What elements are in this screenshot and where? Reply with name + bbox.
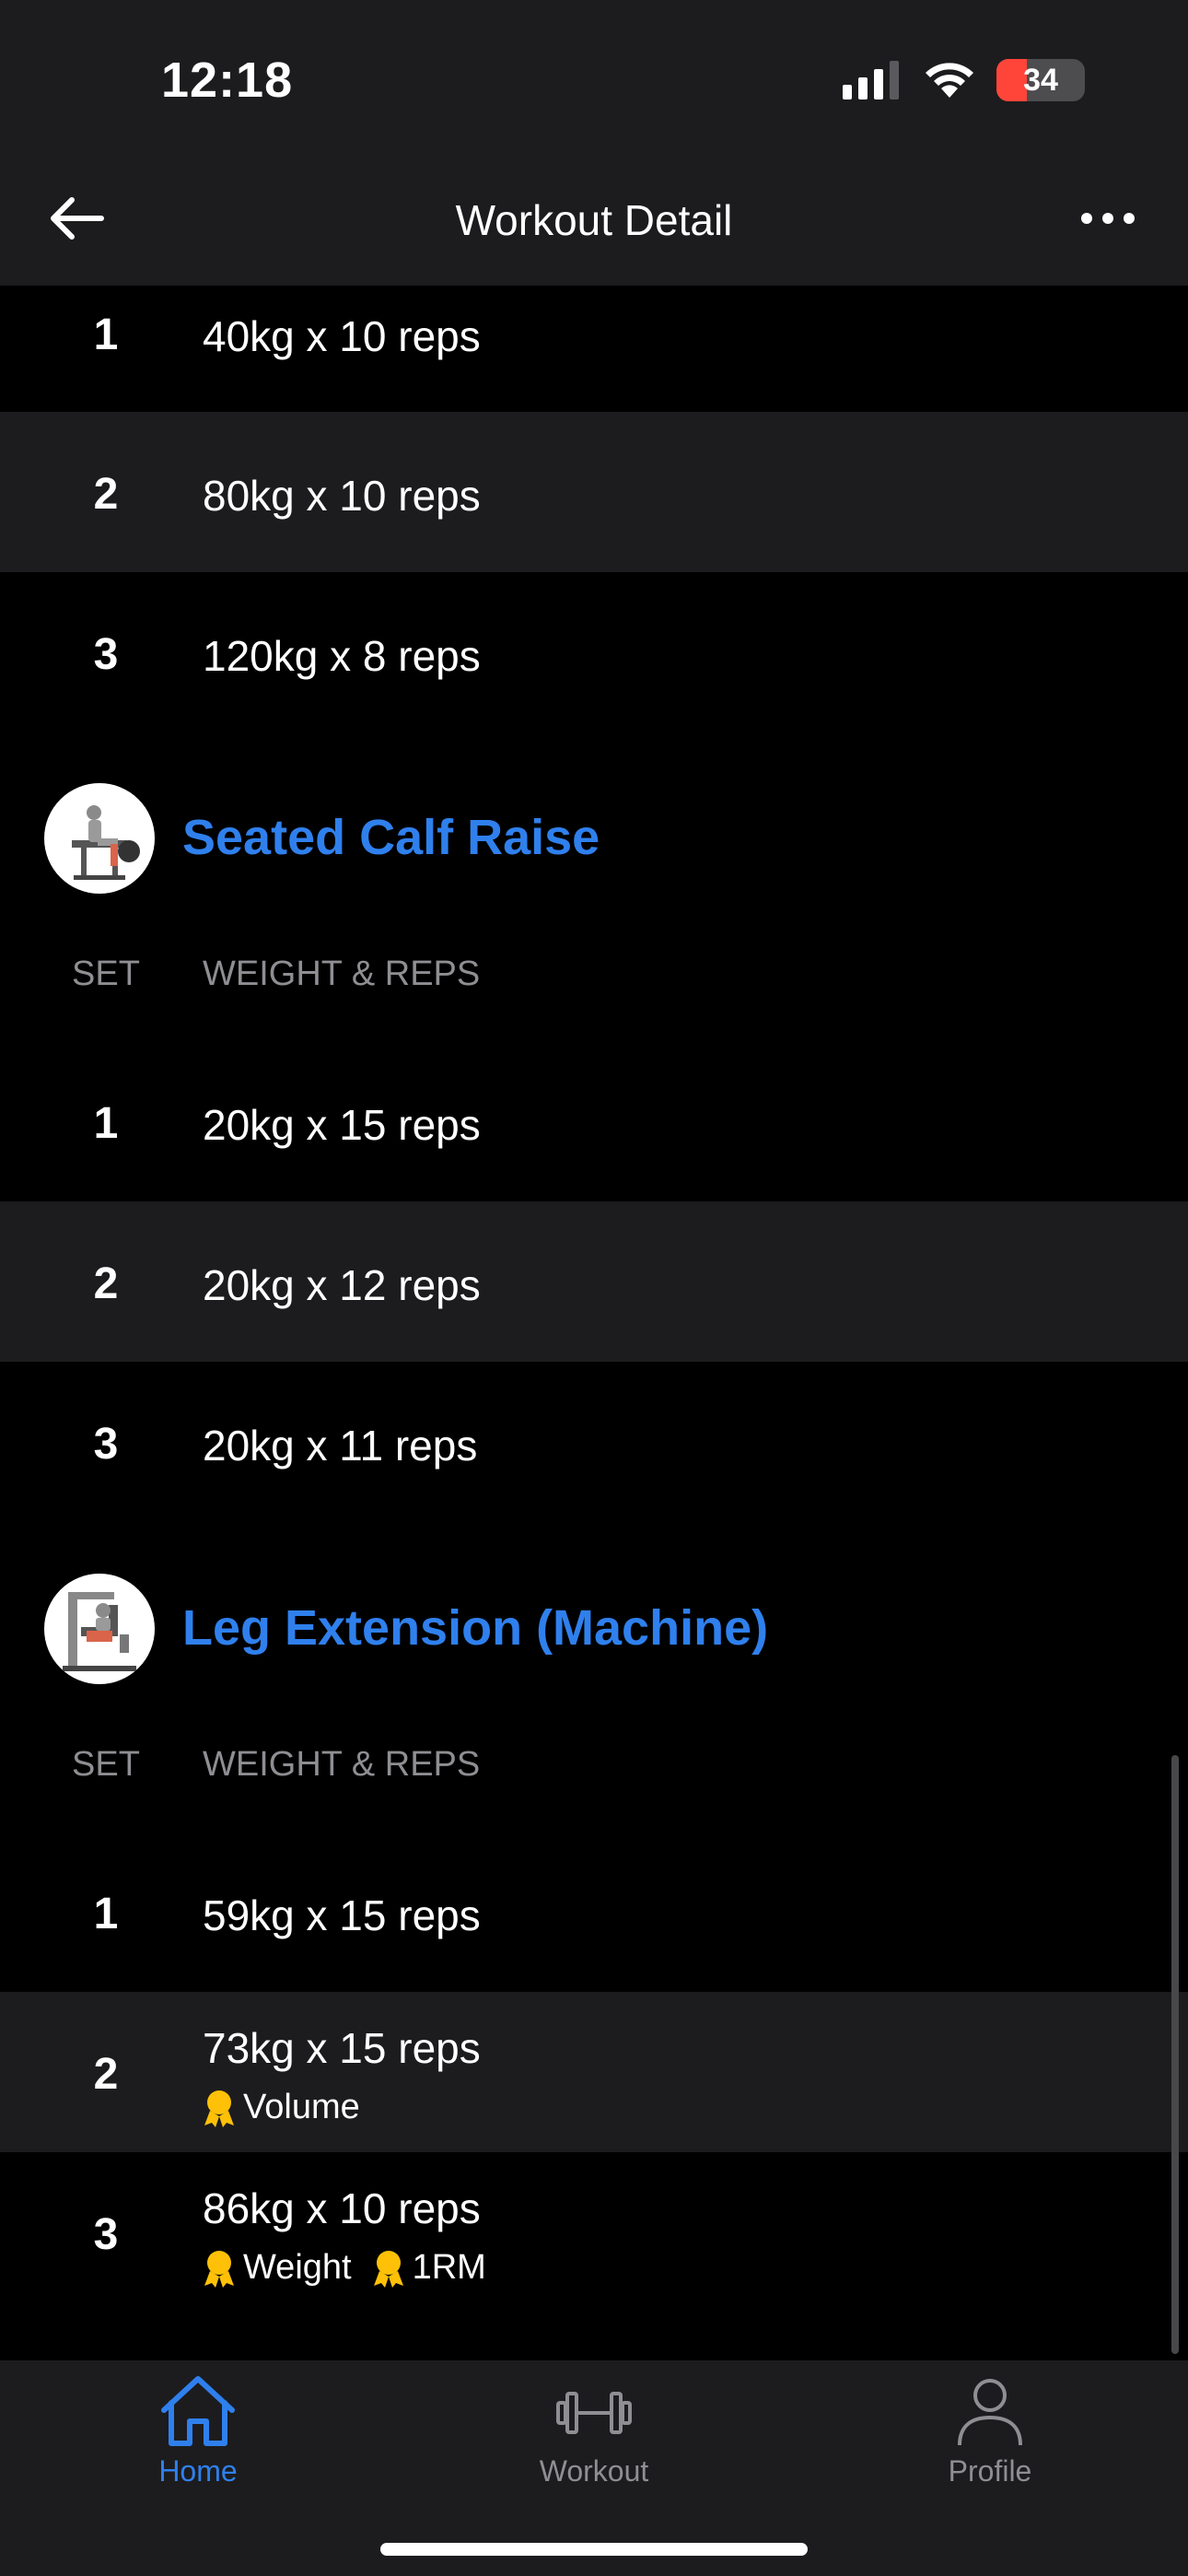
home-indicator[interactable] [380,2543,808,2556]
medal-icon [204,2090,234,2127]
tab-workout[interactable]: Workout [483,2373,705,2512]
tab-label: Workout [539,2454,649,2488]
set-row: 2 20kg x 12 reps [0,1201,1188,1362]
record-badges: Weight 1RM [201,2248,486,2288]
person-icon [958,2379,1022,2446]
set-weight-reps: 73kg x 15 reps [203,2024,481,2072]
tab-label: Home [158,2454,238,2488]
ellipsis-icon[interactable] [1077,205,1138,232]
set-row: 3 120kg x 8 reps [0,572,1188,732]
leg-extension-illustration [63,1592,136,1671]
record-badge-label: Weight [243,2248,352,2287]
set-number: 1 [93,1099,119,1148]
column-header-set: SET [72,1745,140,1784]
record-badge: Weight [201,2248,352,2288]
set-number: 3 [93,630,119,679]
set-number: 3 [93,2210,119,2259]
home-icon [161,2376,235,2446]
battery-level: 34 [1023,63,1058,98]
set-number: 2 [93,1259,119,1308]
set-weight-reps: 59kg x 15 reps [203,1891,481,1939]
set-row: 2 73kg x 15 reps Volume [0,1992,1188,2152]
set-weight-reps: 80kg x 10 reps [203,472,481,520]
exercise-thumbnail[interactable] [44,1574,155,1684]
set-weight-reps: 20kg x 12 reps [203,1261,481,1309]
column-header-weight-reps: WEIGHT & REPS [203,954,481,993]
page-title: Workout Detail [455,196,733,244]
set-weight-reps: 20kg x 15 reps [203,1101,481,1149]
arrow-left-icon[interactable] [46,195,107,241]
record-badge-label: Volume [243,2088,360,2126]
column-header-set: SET [72,954,140,993]
set-weight-reps: 20kg x 11 reps [203,1422,478,1469]
tab-home[interactable]: Home [87,2373,309,2512]
scrollbar[interactable] [1171,1755,1179,2354]
nav-bar: Workout Detail [0,147,1188,286]
exercise-title[interactable]: Seated Calf Raise [182,809,600,866]
exercise-header[interactable]: Seated Calf Raise [0,774,1188,903]
set-number: 2 [93,470,119,519]
set-number: 3 [93,1420,119,1469]
column-header-weight-reps: WEIGHT & REPS [203,1745,481,1784]
set-weight-reps: 86kg x 10 reps [203,2184,481,2232]
record-badges: Volume [201,2088,360,2127]
exercise-thumbnail[interactable] [44,783,155,894]
battery-charging-icon: 34 [996,59,1085,101]
set-number: 1 [93,1890,119,1938]
status-bar: 12:18 34 [0,0,1188,147]
medal-icon [204,2250,234,2288]
record-badge-label: 1RM [412,2248,486,2287]
seated-calf-raise-illustration [72,805,140,880]
set-row: 2 80kg x 10 reps [0,412,1188,572]
status-time: 12:18 [161,53,294,108]
medal-icon [373,2250,403,2288]
battery-cap [1077,74,1085,88]
set-row: 1 20kg x 15 reps [0,1041,1188,1201]
set-row: 3 86kg x 10 reps Weight 1RM [0,2152,1188,2313]
dumbbell-icon [556,2392,632,2434]
tab-profile[interactable]: Profile [879,2373,1101,2512]
tab-label: Profile [948,2454,1032,2488]
set-number: 2 [93,2050,119,2099]
wifi-icon [926,63,973,98]
signal-icon [843,61,899,100]
set-row: 3 20kg x 11 reps [0,1362,1188,1522]
workout-detail-list[interactable]: 1 40kg x 10 reps 2 80kg x 10 reps 3 120k… [0,286,1188,2360]
exercise-header[interactable]: Leg Extension (Machine) [0,1564,1188,1693]
record-badge: Volume [201,2088,360,2127]
record-badge: 1RM [370,2248,486,2288]
set-weight-reps: 40kg x 10 reps [203,312,481,360]
set-number: 1 [93,310,119,359]
exercise-title[interactable]: Leg Extension (Machine) [182,1599,768,1657]
set-weight-reps: 120kg x 8 reps [203,632,481,680]
set-row: 1 59kg x 15 reps [0,1832,1188,1992]
